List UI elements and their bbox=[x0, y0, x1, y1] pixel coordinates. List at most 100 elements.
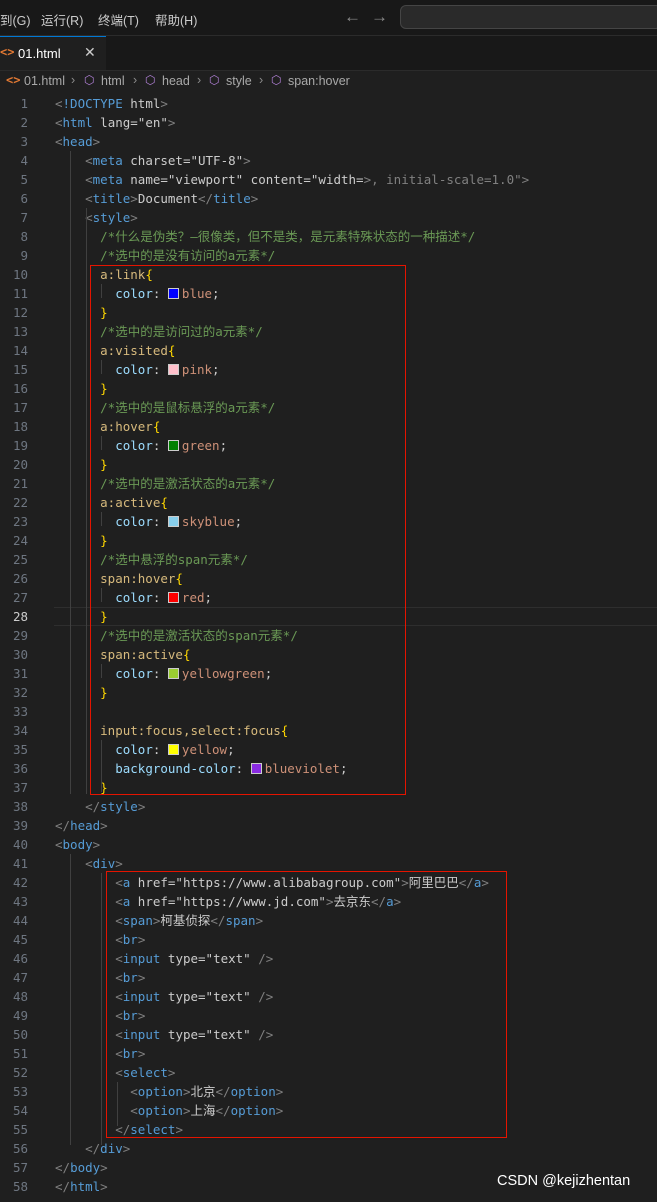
line-number: 6 bbox=[20, 191, 28, 206]
html-file-icon: <> bbox=[0, 45, 15, 59]
code-editor[interactable]: 1 <!DOCTYPE html> 2 <html lang="en"> 3 <head>… bbox=[0, 92, 657, 1202]
annotation-box bbox=[90, 265, 406, 795]
line-number: 40 bbox=[12, 837, 28, 852]
code-line[interactable]: 7 <style> bbox=[0, 208, 657, 227]
line-number: 55 bbox=[12, 1122, 28, 1137]
line-number: 10 bbox=[12, 267, 28, 282]
line-number: 38 bbox=[12, 799, 28, 814]
menu-terminal[interactable]: 终端(T) bbox=[98, 10, 139, 29]
line-number: 9 bbox=[20, 248, 28, 263]
code-text: <style> bbox=[85, 210, 138, 225]
line-number: 12 bbox=[12, 305, 28, 320]
line-number: 45 bbox=[12, 932, 28, 947]
code-line[interactable]: 56 </div> bbox=[0, 1139, 657, 1158]
code-line[interactable]: 4 <meta charset="UTF-8"> bbox=[0, 151, 657, 170]
code-line[interactable]: 2 <html lang="en"> bbox=[0, 113, 657, 132]
code-text: </style> bbox=[85, 799, 146, 814]
line-number: 48 bbox=[12, 989, 28, 1004]
line-number: 20 bbox=[12, 457, 28, 472]
breadcrumb: <> 01.html › ⬡ html › ⬡ head › ⬡ style ›… bbox=[0, 71, 657, 93]
line-number: 33 bbox=[12, 704, 28, 719]
code-text: </body> bbox=[55, 1160, 108, 1175]
line-number: 57 bbox=[12, 1160, 28, 1175]
indent-guide bbox=[86, 208, 87, 794]
line-number: 24 bbox=[12, 533, 28, 548]
line-number: 35 bbox=[12, 742, 28, 757]
code-text: <head> bbox=[55, 134, 101, 149]
line-number: 29 bbox=[12, 628, 28, 643]
code-line[interactable]: 9 /*选中的是没有访问的a元素*/ bbox=[0, 246, 657, 265]
line-number: 46 bbox=[12, 951, 28, 966]
title-bar: 到(G) 运行(R) 终端(T) 帮助(H) ← → bbox=[0, 0, 657, 36]
code-text: /*选中的是没有访问的a元素*/ bbox=[100, 248, 276, 263]
indent-guide bbox=[70, 151, 71, 794]
line-number: 49 bbox=[12, 1008, 28, 1023]
code-text: </head> bbox=[55, 818, 108, 833]
line-number: 25 bbox=[12, 552, 28, 567]
command-center-search[interactable] bbox=[400, 5, 657, 29]
line-number: 3 bbox=[20, 134, 28, 149]
line-number: 41 bbox=[12, 856, 28, 871]
indent-guide bbox=[101, 873, 102, 1145]
line-number: 5 bbox=[20, 172, 28, 187]
line-number: 15 bbox=[12, 362, 28, 377]
code-line[interactable]: 6 <title>Document</title> bbox=[0, 189, 657, 208]
code-text: <html lang="en"> bbox=[55, 115, 176, 130]
menu-go[interactable]: 到(G) bbox=[0, 10, 31, 29]
line-number: 14 bbox=[12, 343, 28, 358]
line-number: 36 bbox=[12, 761, 28, 776]
breadcrumb-item-style[interactable]: style bbox=[226, 74, 252, 88]
line-number: 42 bbox=[12, 875, 28, 890]
tab-label: 01.html bbox=[18, 46, 61, 61]
line-number: 34 bbox=[12, 723, 28, 738]
line-number: 37 bbox=[12, 780, 28, 795]
code-line[interactable]: 8 /*什么是伪类？—很像类，但不是类，是元素特殊状态的一种描述*/ bbox=[0, 227, 657, 246]
line-number: 18 bbox=[12, 419, 28, 434]
code-line[interactable]: 38 </style> bbox=[0, 797, 657, 816]
line-number: 51 bbox=[12, 1046, 28, 1061]
arrow-left-icon[interactable]: ← bbox=[344, 7, 361, 27]
chevron-right-icon: › bbox=[71, 73, 76, 87]
line-number: 13 bbox=[12, 324, 28, 339]
annotation-box bbox=[106, 871, 507, 1138]
code-line[interactable]: 40 <body> bbox=[0, 835, 657, 854]
html-file-icon: <> bbox=[6, 73, 21, 87]
line-number: 50 bbox=[12, 1027, 28, 1042]
menu-run[interactable]: 运行(R) bbox=[41, 10, 83, 29]
line-number: 28 bbox=[12, 609, 28, 624]
close-icon[interactable]: ✕ bbox=[84, 44, 96, 61]
editor-tab-bar: <> 01.html ✕ bbox=[0, 36, 657, 71]
breadcrumb-item-file[interactable]: 01.html bbox=[24, 74, 65, 88]
line-number: 23 bbox=[12, 514, 28, 529]
code-line[interactable]: 39 </head> bbox=[0, 816, 657, 835]
line-number: 44 bbox=[12, 913, 28, 928]
code-line[interactable]: 3 <head> bbox=[0, 132, 657, 151]
code-text: /*什么是伪类？—很像类，但不是类，是元素特殊状态的一种描述*/ bbox=[100, 229, 476, 244]
line-number: 26 bbox=[12, 571, 28, 586]
line-number: 47 bbox=[12, 970, 28, 985]
breadcrumb-item-head[interactable]: head bbox=[162, 74, 190, 88]
line-number: 2 bbox=[20, 115, 28, 130]
chevron-right-icon: › bbox=[259, 73, 264, 87]
element-icon: ⬡ bbox=[209, 73, 220, 87]
chevron-right-icon: › bbox=[133, 73, 138, 87]
arrow-right-icon[interactable]: → bbox=[371, 7, 388, 27]
element-icon: ⬡ bbox=[271, 73, 282, 87]
line-number: 39 bbox=[12, 818, 28, 833]
code-text: </html> bbox=[55, 1179, 108, 1194]
code-text: <!DOCTYPE html> bbox=[55, 96, 168, 111]
line-number: 7 bbox=[20, 210, 28, 225]
menu-help[interactable]: 帮助(H) bbox=[155, 10, 197, 29]
code-line[interactable]: 5 <meta name="viewport" content="width=>… bbox=[0, 170, 657, 189]
breadcrumb-item-selector[interactable]: span:hover bbox=[288, 74, 350, 88]
tab-01-html[interactable]: <> 01.html ✕ bbox=[0, 36, 106, 70]
line-number: 31 bbox=[12, 666, 28, 681]
code-line[interactable]: 1 <!DOCTYPE html> bbox=[0, 94, 657, 113]
chevron-right-icon: › bbox=[197, 73, 202, 87]
breadcrumb-item-html[interactable]: html bbox=[101, 74, 125, 88]
line-number: 16 bbox=[12, 381, 28, 396]
watermark: CSDN @kejizhentan bbox=[497, 1173, 631, 1189]
line-number: 1 bbox=[20, 96, 28, 111]
element-icon: ⬡ bbox=[145, 73, 156, 87]
element-icon: ⬡ bbox=[84, 73, 95, 87]
